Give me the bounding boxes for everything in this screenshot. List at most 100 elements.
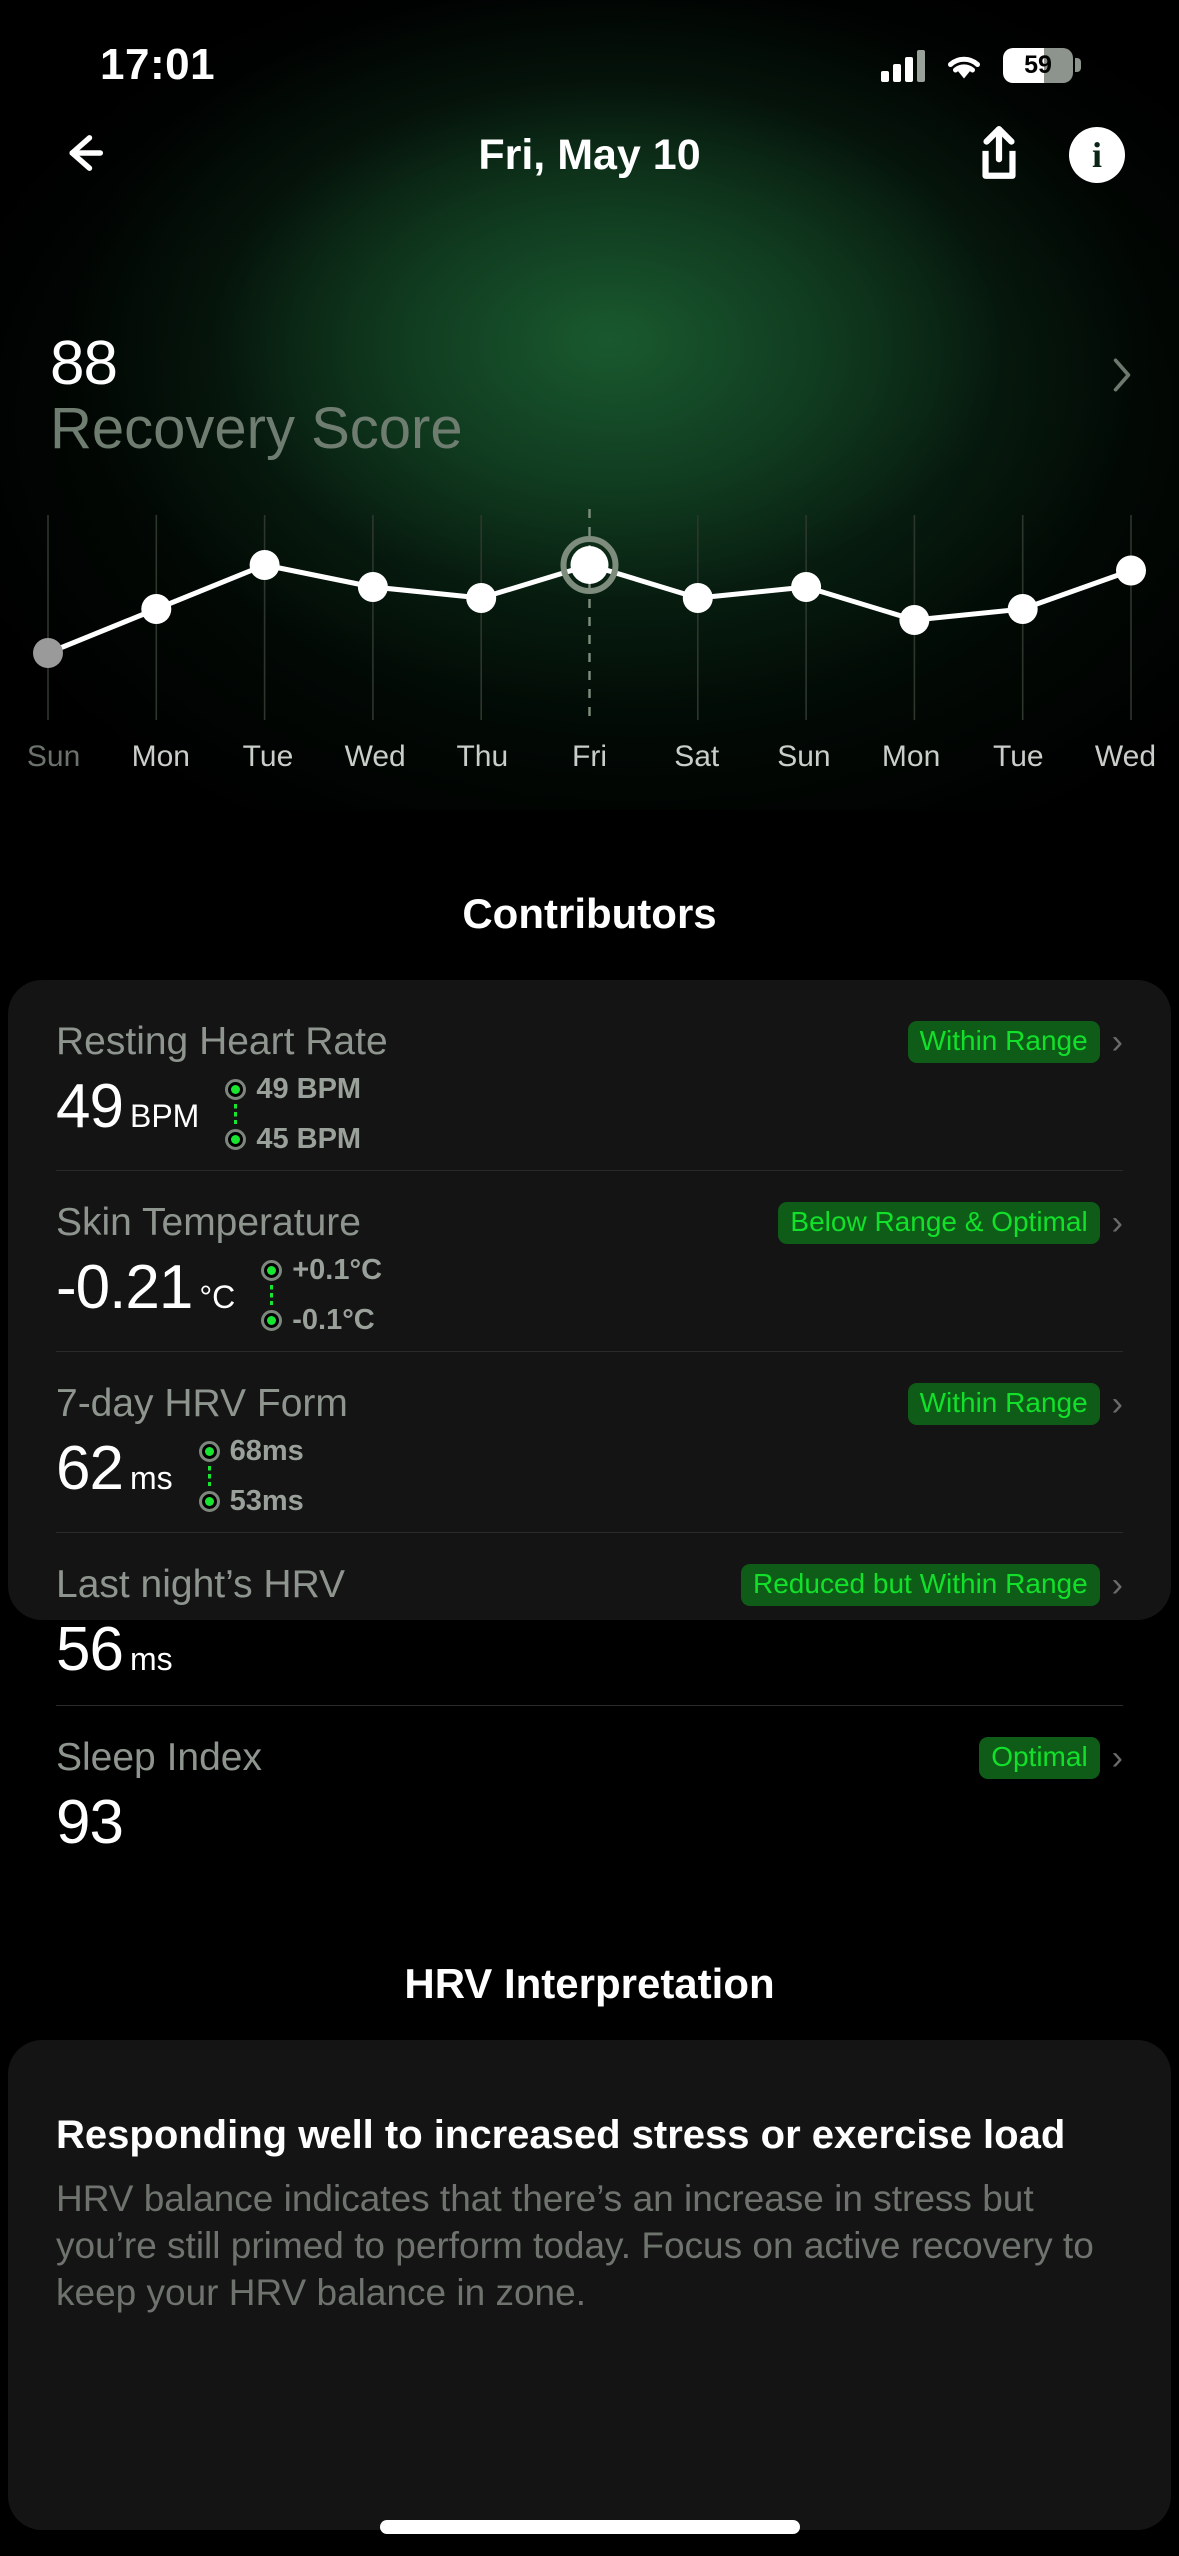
contributor-metric: 62 ms — [56, 1438, 173, 1500]
contributor-row[interactable]: 7-day HRV Form Within Range › 62 ms 68ms 53ms — [8, 1352, 1171, 1532]
range-high: 68ms — [198, 1434, 304, 1467]
chevron-right-icon[interactable]: › — [1112, 1206, 1123, 1240]
chart-x-label: Sun — [26, 740, 81, 773]
range-dot-icon — [261, 1259, 283, 1281]
status-bar-time: 17:01 — [100, 40, 216, 89]
recovery-trend-chart[interactable] — [0, 505, 1179, 725]
hrv-interpretation-body: HRV balance indicates that there’s an in… — [56, 2178, 1094, 2313]
contributor-row[interactable]: Sleep Index Optimal › 93 — [8, 1706, 1171, 1878]
contributor-row-header: Last night’s HRV Reduced but Within Range… — [56, 1557, 1123, 1613]
recovery-score-chevron-icon[interactable] — [1111, 355, 1133, 400]
contributor-unit: °C — [199, 1279, 236, 1315]
contributor-name: Skin Temperature — [56, 1201, 361, 1244]
chevron-right-icon[interactable]: › — [1112, 1387, 1123, 1421]
battery-cap-icon — [1075, 58, 1081, 72]
contributor-row[interactable]: Resting Heart Rate Within Range › 49 BPM 49 B… — [8, 980, 1171, 1170]
status-bar: 17:01 59 — [0, 0, 1179, 130]
contributor-value: 93 — [56, 1788, 124, 1857]
hrv-interpretation-section-title: HRV Interpretation — [404, 1960, 775, 2007]
chart-x-label: Tue — [992, 740, 1044, 773]
share-button[interactable] — [969, 125, 1029, 185]
chart-x-label: Mon — [131, 740, 190, 773]
chart-x-label: Tue — [242, 740, 294, 773]
range-high-label: 49 BPM — [256, 1072, 362, 1105]
chart-x-label: Wed — [1094, 740, 1157, 773]
contributor-metric: 49 BPM — [56, 1076, 199, 1138]
hrv-interpretation-headline: Responding well to increased stress or e… — [56, 2113, 1066, 2157]
contributor-status: Reduced but Within Range › — [741, 1564, 1123, 1606]
nav-actions: i — [969, 125, 1127, 185]
contributor-row-header: Sleep Index Optimal › — [56, 1730, 1123, 1786]
range-high: +0.1°C — [261, 1253, 383, 1286]
contributor-metric: 56 ms — [56, 1619, 173, 1681]
contributor-status: Optimal › — [979, 1737, 1123, 1779]
chevron-right-icon[interactable]: › — [1112, 1025, 1123, 1059]
contributor-row-header: Skin Temperature Below Range & Optimal › — [56, 1195, 1123, 1251]
contributors-card: Resting Heart Rate Within Range › 49 BPM 49 B… — [8, 980, 1171, 1854]
contributor-row[interactable]: Skin Temperature Below Range & Optimal › -0… — [8, 1171, 1171, 1351]
recovery-score-label: Recovery Score — [50, 396, 463, 461]
contributor-range: 68ms 53ms — [198, 1434, 304, 1517]
contributor-row-body: 62 ms 68ms 53ms — [56, 1434, 1123, 1517]
contributor-range: 49 BPM 45 BPM — [225, 1072, 362, 1155]
share-icon — [974, 124, 1024, 187]
contributor-row[interactable]: Last night’s HRV Reduced but Within Range… — [8, 1533, 1171, 1705]
contributor-unit: ms — [129, 1460, 173, 1496]
contributor-value: 62 — [56, 1434, 124, 1503]
range-high-label: +0.1°C — [292, 1253, 383, 1286]
chart-x-label: Wed — [344, 740, 406, 773]
contributor-metric: 93 — [56, 1788, 124, 1857]
chart-x-label: Mon — [881, 740, 941, 773]
range-connector-icon — [270, 1285, 274, 1305]
range-low: 45 BPM — [225, 1122, 362, 1155]
range-dot-icon — [225, 1078, 247, 1100]
home-indicator[interactable] — [379, 2520, 800, 2534]
recovery-screen: 17:01 59 Fri, May 10 i 88 Recovery Score… — [0, 0, 1179, 2556]
contributor-range: +0.1°C -0.1°C — [261, 1253, 383, 1336]
contributor-unit: ms — [129, 1641, 173, 1677]
range-connector-icon — [207, 1466, 211, 1486]
status-badge: Optimal — [979, 1737, 1100, 1779]
contributor-metric: -0.21 °C — [56, 1257, 235, 1319]
contributor-status: Below Range & Optimal › — [778, 1202, 1123, 1244]
range-low-label: 45 BPM — [256, 1122, 362, 1155]
range-dot-icon — [225, 1128, 247, 1150]
chevron-right-icon[interactable]: › — [1112, 1568, 1123, 1602]
cellular-bars-icon — [881, 48, 925, 82]
range-low: 53ms — [198, 1485, 304, 1517]
contributor-row-body: 56 ms — [56, 1619, 1123, 1681]
contributor-value: -0.21 — [56, 1253, 193, 1322]
status-badge: Within Range — [907, 1021, 1100, 1063]
status-bar-indicators: 59 — [881, 47, 1081, 83]
battery-icon: 59 — [1003, 47, 1073, 83]
contributor-name: 7-day HRV Form — [56, 1382, 348, 1425]
chart-x-label: Fri — [572, 740, 608, 773]
contributor-status: Within Range › — [907, 1383, 1123, 1425]
contributor-name: Sleep Index — [56, 1736, 262, 1779]
range-connector-icon — [234, 1104, 238, 1124]
recovery-score-value: 88 — [50, 329, 118, 398]
contributor-value: 56 — [56, 1615, 124, 1684]
battery-percent-label: 59 — [1024, 50, 1052, 79]
chevron-right-icon[interactable]: › — [1112, 1741, 1123, 1775]
range-dot-icon — [198, 1440, 220, 1462]
contributor-row-body: 49 BPM 49 BPM 45 BPM — [56, 1072, 1123, 1155]
navigation-bar: Fri, May 10 i — [0, 115, 1179, 195]
contributors-section-title: Contributors — [462, 890, 717, 937]
contributor-value: 49 — [56, 1072, 124, 1141]
status-badge: Within Range — [907, 1383, 1100, 1425]
chart-x-label: Sat — [674, 740, 720, 773]
hrv-interpretation-card: Responding well to increased stress or e… — [8, 2040, 1171, 2530]
contributor-unit: BPM — [129, 1098, 200, 1134]
range-high-label: 68ms — [229, 1434, 304, 1467]
info-glyph: i — [1091, 135, 1102, 175]
status-badge: Below Range & Optimal — [778, 1202, 1100, 1244]
info-icon: i — [1069, 127, 1125, 183]
recovery-score-block[interactable]: 88 Recovery Score — [50, 332, 463, 460]
contributor-row-body: 93 — [56, 1792, 1123, 1854]
chart-x-label: Thu — [456, 740, 509, 773]
range-dot-icon — [261, 1309, 283, 1331]
contributor-status: Within Range › — [907, 1021, 1123, 1063]
info-button[interactable]: i — [1067, 125, 1127, 185]
range-low: -0.1°C — [261, 1304, 382, 1336]
